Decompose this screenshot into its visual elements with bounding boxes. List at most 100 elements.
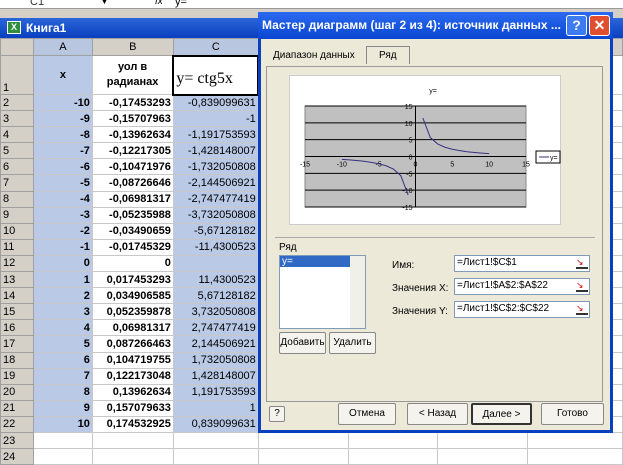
cell-b[interactable]: 0,087266463 xyxy=(91,335,174,353)
row-header[interactable]: 11 xyxy=(0,238,34,256)
cell[interactable] xyxy=(347,431,439,450)
row-header[interactable]: 8 xyxy=(0,190,34,208)
cell-b[interactable]: -0,08726646 xyxy=(91,174,174,192)
cell[interactable] xyxy=(437,431,529,450)
cell-c1[interactable]: y= ctg5x xyxy=(172,54,260,96)
cell[interactable] xyxy=(527,448,623,465)
help-icon[interactable]: ? xyxy=(269,406,285,422)
chevron-down-icon[interactable]: ▼ xyxy=(100,0,109,6)
row-header[interactable]: 10 xyxy=(0,222,34,240)
cell-b[interactable]: -0,10471976 xyxy=(91,158,174,176)
cell-c[interactable]: -2,747477419 xyxy=(172,190,259,208)
cell-a[interactable]: -4 xyxy=(32,190,93,208)
row-header[interactable]: 21 xyxy=(0,399,34,417)
cell-a[interactable]: -10 xyxy=(32,93,93,112)
cell-c[interactable]: 2,144506921 xyxy=(172,335,259,353)
cell-a[interactable]: -2 xyxy=(32,222,93,240)
cell-a[interactable]: -9 xyxy=(32,110,93,128)
cell-a[interactable] xyxy=(32,431,93,450)
row-header[interactable]: 4 xyxy=(0,126,34,144)
cell-a[interactable]: -8 xyxy=(32,126,93,144)
cell-c[interactable] xyxy=(172,431,259,450)
cell-b[interactable]: -0,12217305 xyxy=(91,142,174,160)
range-select-icon[interactable]: ↘ xyxy=(576,303,588,315)
cell-a[interactable]: 10 xyxy=(32,415,93,433)
select-all[interactable] xyxy=(0,38,34,56)
cell-b[interactable]: -0,05235988 xyxy=(91,206,174,224)
row-header[interactable]: 14 xyxy=(0,287,34,305)
cell-c[interactable] xyxy=(172,448,259,465)
cell-c[interactable]: 5,67128182 xyxy=(172,287,259,305)
cell-c[interactable]: 1,732050808 xyxy=(172,351,259,369)
cell-b[interactable]: -0,01745329 xyxy=(91,238,174,256)
column-header-b[interactable]: B xyxy=(91,38,174,56)
cell-c[interactable]: -11,4300523 xyxy=(172,238,259,256)
cell-a[interactable]: 1 xyxy=(32,271,93,289)
cell-c[interactable]: 1 xyxy=(172,399,259,417)
cell-b[interactable] xyxy=(91,448,174,465)
cell[interactable] xyxy=(347,448,439,465)
cell-b[interactable]: -0,13962634 xyxy=(91,126,174,144)
help-button[interactable]: ? xyxy=(566,15,587,36)
cell-b[interactable]: -0,17453293 xyxy=(91,93,174,112)
dialog-title-bar[interactable]: Мастер диаграмм (шаг 2 из 4): источник д… xyxy=(258,12,613,39)
scrollbar[interactable] xyxy=(350,256,365,328)
cell-c[interactable]: -3,732050808 xyxy=(172,206,259,224)
cell-b[interactable]: 0,174532925 xyxy=(91,415,174,433)
finish-button[interactable]: Готово xyxy=(541,403,604,425)
cell-b1[interactable]: уол в радианах xyxy=(91,55,174,95)
close-button[interactable]: ✕ xyxy=(589,15,610,36)
cell-b[interactable]: -0,03490659 xyxy=(91,222,174,240)
cell-c[interactable]: 1,428148007 xyxy=(172,367,259,385)
cell-a[interactable]: 8 xyxy=(32,383,93,401)
x-values-field[interactable]: =Лист1!$A$2:$A$22 ↘ xyxy=(454,278,590,295)
cell-c[interactable]: 0,839099631 xyxy=(172,415,259,433)
cell-c[interactable] xyxy=(172,254,259,273)
row-header[interactable]: 22 xyxy=(0,415,34,433)
cell-c[interactable]: 11,4300523 xyxy=(172,271,259,289)
cell-b[interactable]: 0,052359878 xyxy=(91,303,174,321)
cell-c[interactable]: -1,191753593 xyxy=(172,126,259,144)
row-header[interactable]: 12 xyxy=(0,254,34,273)
row-header[interactable]: 24 xyxy=(0,448,34,465)
cell-a[interactable] xyxy=(32,448,93,465)
cell-c[interactable]: -1,732050808 xyxy=(172,158,259,176)
tab-data-range[interactable]: Диапазон данных xyxy=(269,48,359,63)
cell-a[interactable]: 7 xyxy=(32,367,93,385)
row-header[interactable]: 5 xyxy=(0,142,34,160)
cell-a[interactable]: 5 xyxy=(32,335,93,353)
row-header[interactable]: 3 xyxy=(0,110,34,128)
cell-a1[interactable]: x xyxy=(32,55,93,95)
cell-b[interactable]: -0,06981317 xyxy=(91,190,174,208)
cell-a[interactable]: 4 xyxy=(32,319,93,337)
row-header[interactable]: 7 xyxy=(0,174,34,192)
cell-b[interactable]: 0,06981317 xyxy=(91,319,174,337)
fx-icon[interactable]: fx xyxy=(155,0,163,7)
column-header-c[interactable]: C xyxy=(172,38,259,56)
cell-a[interactable]: -7 xyxy=(32,142,93,160)
cell-c[interactable]: -1 xyxy=(172,110,259,128)
row-header[interactable]: 20 xyxy=(0,383,34,401)
y-values-field[interactable]: =Лист1!$C$2:$C$22 ↘ xyxy=(454,301,590,318)
row-header[interactable]: 15 xyxy=(0,303,34,321)
remove-button[interactable]: Удалить xyxy=(329,332,376,354)
next-button[interactable]: Далее > xyxy=(471,403,532,425)
series-list[interactable]: y= xyxy=(279,255,366,329)
cell[interactable] xyxy=(257,448,349,465)
cell-b[interactable]: 0 xyxy=(91,254,174,273)
cell-b[interactable]: 0,104719755 xyxy=(91,351,174,369)
cell-b[interactable]: 0,157079633 xyxy=(91,399,174,417)
row-header[interactable]: 16 xyxy=(0,319,34,337)
row-header[interactable]: 9 xyxy=(0,206,34,224)
cancel-button[interactable]: Отмена xyxy=(338,403,396,425)
cell[interactable] xyxy=(437,448,529,465)
column-header-a[interactable]: A xyxy=(32,38,93,56)
cell-b[interactable]: -0,15707963 xyxy=(91,110,174,128)
cell-a[interactable]: 2 xyxy=(32,287,93,305)
cell-c[interactable]: -0,839099631 xyxy=(172,93,259,112)
range-select-icon[interactable]: ↘ xyxy=(576,280,588,292)
cell-b[interactable]: 0,122173048 xyxy=(91,367,174,385)
cell-c[interactable]: 1,191753593 xyxy=(172,383,259,401)
range-select-icon[interactable]: ↘ xyxy=(576,257,588,269)
name-box[interactable]: C1 xyxy=(30,0,44,8)
